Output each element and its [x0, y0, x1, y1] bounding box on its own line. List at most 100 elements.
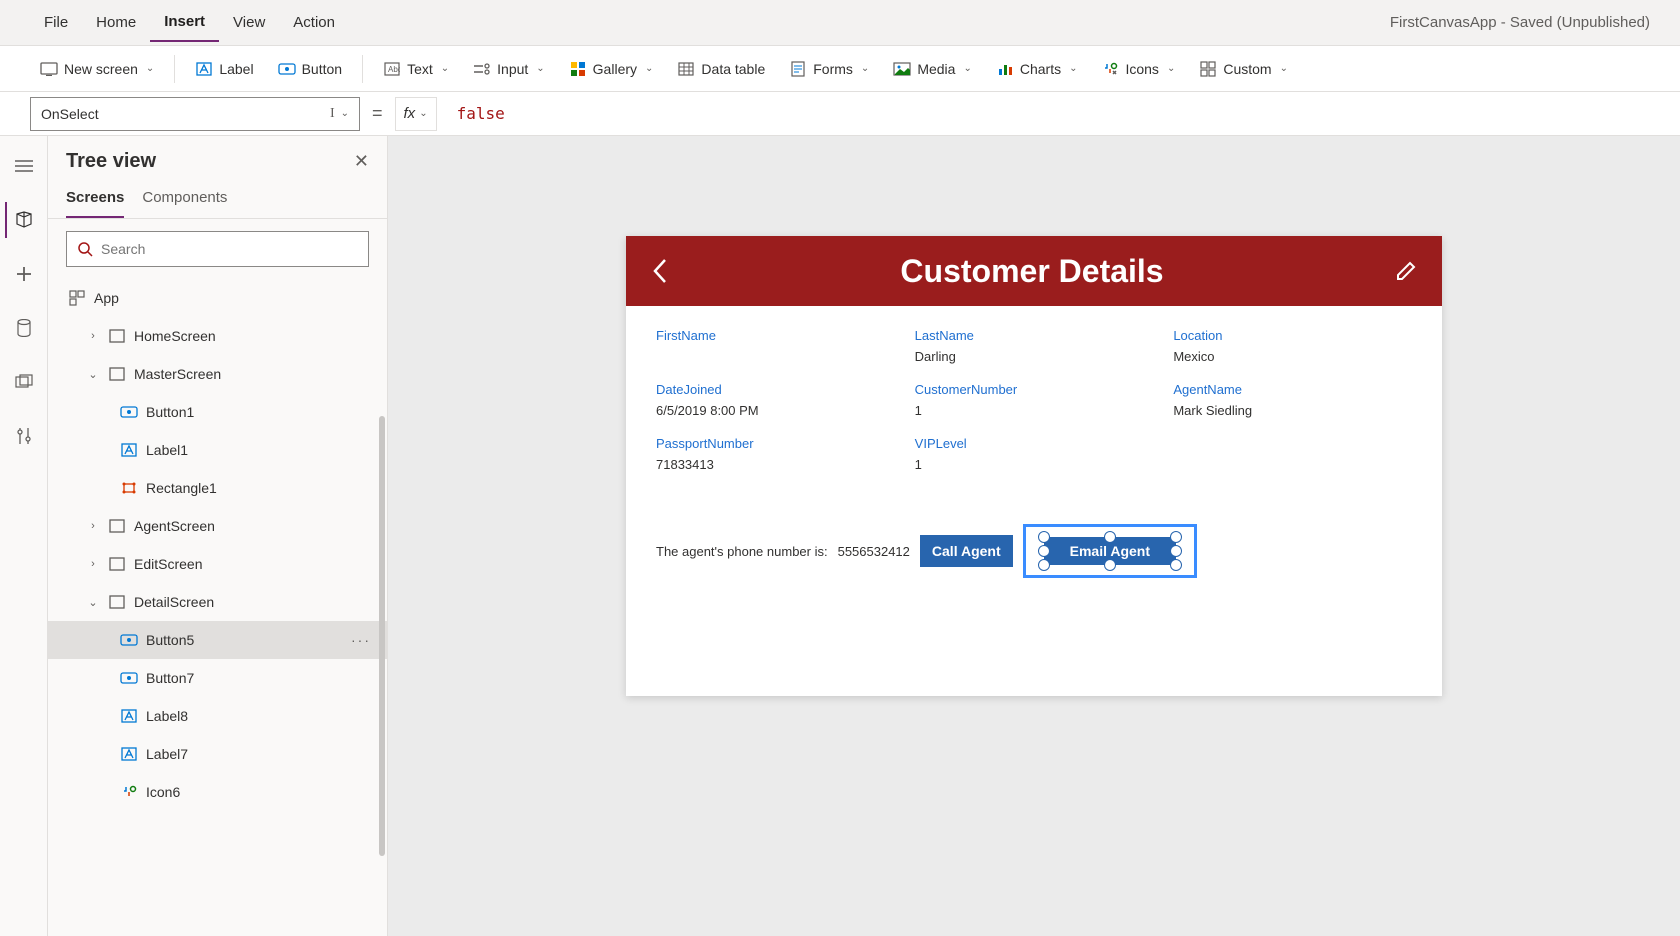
chevron-icon[interactable]: ⌄ [86, 368, 100, 381]
screen-header: Customer Details [626, 236, 1442, 306]
tree-item-label: Button7 [146, 670, 194, 686]
fx-button[interactable]: fx ⌄ [395, 97, 437, 131]
resize-handle[interactable] [1170, 559, 1182, 571]
formula-input[interactable] [449, 97, 1650, 131]
data-tab[interactable] [6, 310, 42, 346]
gallery-dropdown[interactable]: Gallery ⌄ [559, 54, 664, 84]
customer-number-label: CustomerNumber [915, 376, 1154, 397]
tree-item-label1[interactable]: Label1 [48, 431, 387, 469]
tree-item-button1[interactable]: Button1 [48, 393, 387, 431]
detail-screen-canvas[interactable]: Customer Details FirstName LastName Loca… [626, 236, 1442, 696]
close-icon[interactable]: ✕ [354, 151, 369, 172]
input-dropdown[interactable]: Input ⌄ [463, 54, 555, 84]
tree-item-masterscreen[interactable]: ⌄ MasterScreen [48, 355, 387, 393]
last-name-label: LastName [915, 322, 1154, 343]
charts-label: Charts [1020, 61, 1061, 77]
media-icon [893, 60, 911, 78]
location-value: Mexico [1173, 349, 1412, 370]
tree-item-agentscreen[interactable]: ›AgentScreen [48, 507, 387, 545]
resize-handle[interactable] [1038, 545, 1050, 557]
menu-action[interactable]: Action [279, 4, 349, 41]
details-form: FirstName LastName Location Darling Mexi… [656, 322, 1412, 478]
tree-item-button5[interactable]: Button5 ··· [48, 621, 387, 659]
email-agent-selection[interactable]: Email Agent [1023, 524, 1197, 578]
email-agent-label: Email Agent [1070, 543, 1150, 559]
tree-search-input[interactable] [101, 241, 358, 257]
property-selector[interactable]: OnSelect I⌄ [30, 97, 360, 131]
tree-search[interactable] [66, 231, 369, 267]
resize-handle[interactable] [1104, 559, 1116, 571]
chevron-down-icon: ⌄ [419, 108, 427, 119]
passport-label: PassportNumber [656, 430, 895, 451]
chevron-icon[interactable]: › [86, 330, 100, 342]
screen-icon [108, 593, 126, 611]
custom-dropdown[interactable]: Custom ⌄ [1189, 54, 1298, 84]
forms-dropdown[interactable]: Forms ⌄ [779, 54, 879, 84]
tree-item-label: Button1 [146, 404, 194, 420]
data-table-label: Data table [701, 61, 765, 77]
tree-item-label: Rectangle1 [146, 480, 217, 496]
tree-item-icon6[interactable]: Icon6 [48, 773, 387, 811]
resize-handle[interactable] [1038, 531, 1050, 543]
tree-item-label: MasterScreen [134, 366, 221, 382]
tree-item-rectangle1[interactable]: Rectangle1 [48, 469, 387, 507]
menu-file[interactable]: File [30, 4, 82, 41]
tree-item-button7[interactable]: Button7 [48, 659, 387, 697]
button-button[interactable]: Button [268, 54, 352, 84]
tab-components[interactable]: Components [142, 181, 227, 218]
back-icon[interactable] [650, 257, 670, 285]
chevron-icon[interactable]: › [86, 558, 100, 570]
formula-bar: OnSelect I⌄ = fx ⌄ [0, 92, 1680, 136]
resize-handle[interactable] [1104, 531, 1116, 543]
media-tab[interactable] [6, 364, 42, 400]
charts-dropdown[interactable]: Charts ⌄ [986, 54, 1088, 84]
call-agent-button[interactable]: Call Agent [920, 535, 1013, 567]
edit-icon[interactable] [1394, 259, 1418, 283]
data-table-button[interactable]: Data table [667, 54, 775, 84]
text-dropdown[interactable]: Abc Text ⌄ [373, 54, 459, 84]
resize-handle[interactable] [1038, 559, 1050, 571]
agent-name-value: Mark Siedling [1173, 403, 1412, 424]
media-dropdown[interactable]: Media ⌄ [883, 54, 982, 84]
tree-item-homescreen[interactable]: ›HomeScreen [48, 317, 387, 355]
new-screen-button[interactable]: New screen ⌄ [30, 54, 164, 84]
chevron-icon[interactable]: ⌄ [86, 596, 100, 609]
more-icon[interactable]: ··· [351, 632, 371, 648]
menu-home[interactable]: Home [82, 4, 150, 41]
text-icon: Abc [383, 60, 401, 78]
chevron-icon[interactable]: › [86, 520, 100, 532]
property-value: OnSelect [41, 106, 99, 122]
new-screen-label: New screen [64, 61, 138, 77]
menu-insert[interactable]: Insert [150, 3, 219, 42]
label-button[interactable]: Label [185, 54, 263, 84]
separator [174, 55, 175, 83]
first-name-label: FirstName [656, 322, 895, 343]
tree-item-detailscreen[interactable]: ⌄DetailScreen [48, 583, 387, 621]
tree-item-label8[interactable]: Label8 [48, 697, 387, 735]
forms-label: Forms [813, 61, 853, 77]
last-name-value: Darling [915, 349, 1154, 370]
hamburger-button[interactable] [6, 148, 42, 184]
chevron-down-icon: ⌄ [536, 63, 544, 74]
tab-screens[interactable]: Screens [66, 181, 124, 218]
tree-app-row[interactable]: App [48, 279, 387, 317]
resize-handle[interactable] [1170, 545, 1182, 557]
scrollbar-thumb[interactable] [379, 416, 385, 856]
chevron-down-icon: ⌄ [645, 63, 653, 74]
tree-item-editscreen[interactable]: ›EditScreen [48, 545, 387, 583]
insert-tab[interactable] [6, 256, 42, 292]
resize-handle[interactable] [1170, 531, 1182, 543]
agent-phone-label: The agent's phone number is: [656, 544, 828, 559]
canvas-area[interactable]: Customer Details FirstName LastName Loca… [388, 136, 1680, 936]
equals-label: = [372, 103, 383, 124]
text-cursor-icon: I [330, 106, 335, 122]
tree-item-label: Button5 [146, 632, 194, 648]
gallery-icon [569, 60, 587, 78]
email-agent-button[interactable]: Email Agent [1044, 537, 1176, 565]
menu-view[interactable]: View [219, 4, 279, 41]
icons-dropdown[interactable]: Icons ⌄ [1091, 54, 1185, 84]
vip-level-value: 1 [915, 457, 1154, 478]
tree-item-label7[interactable]: Label7 [48, 735, 387, 773]
advanced-tab[interactable] [6, 418, 42, 454]
tree-view-tab[interactable] [5, 202, 41, 238]
